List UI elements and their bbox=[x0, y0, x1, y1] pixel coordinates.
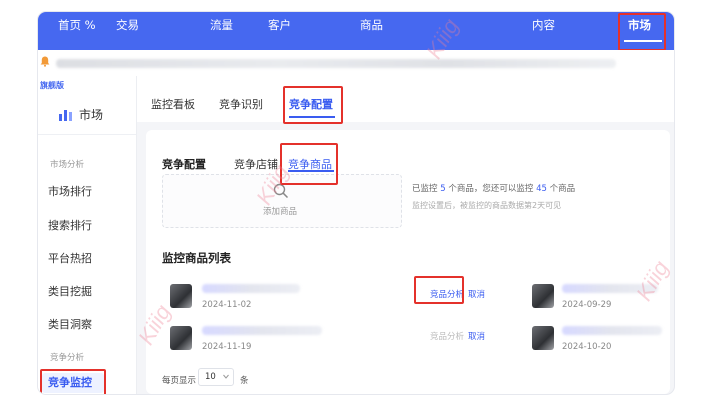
cancel-monitor-link[interactable]: 取消 bbox=[468, 288, 485, 300]
nav-item-trade[interactable]: 交易 bbox=[116, 12, 139, 50]
sidebar-item-platform-hot[interactable]: 平台热招 bbox=[48, 250, 92, 266]
monitor-middle: 个商品，您还可以监控 bbox=[448, 184, 534, 194]
product-thumbnail[interactable] bbox=[532, 284, 554, 308]
sidebar-brand-label: 市场 bbox=[79, 107, 104, 122]
tab-competition-config[interactable]: 竞争配置 bbox=[289, 96, 333, 112]
tab-active-indicator bbox=[289, 116, 335, 118]
notice-bar bbox=[38, 50, 674, 77]
top-navigation: 首页 % 交易 流量 客户 商品 内容 市场 bbox=[38, 12, 674, 50]
page-size-select[interactable]: 10 bbox=[198, 368, 234, 386]
main-tabs: 监控看板 竞争识别 竞争配置 bbox=[137, 76, 674, 122]
product-thumbnail[interactable] bbox=[170, 284, 192, 308]
sidebar-item-category-insight[interactable]: 类目洞察 bbox=[48, 316, 92, 332]
sidebar-item-search-ranking[interactable]: 搜索排行 bbox=[48, 217, 92, 233]
product-date: 2024-09-29 bbox=[562, 300, 612, 310]
sidebar-item-market-ranking[interactable]: 市场排行 bbox=[48, 183, 92, 199]
page-size-value: 10 bbox=[205, 372, 216, 382]
competitor-analysis-link[interactable]: 竞品分析 bbox=[430, 330, 464, 342]
monitor-prefix: 已监控 bbox=[412, 184, 438, 194]
nav-item-content[interactable]: 内容 bbox=[532, 12, 555, 50]
edition-tag: 旗舰版 bbox=[40, 81, 64, 90]
subtab-competition-shop[interactable]: 竞争店铺 bbox=[234, 156, 278, 172]
tab-competition-identify[interactable]: 竞争识别 bbox=[219, 96, 263, 112]
monitor-suffix: 个商品 bbox=[549, 184, 576, 194]
monitor-remaining: 45 bbox=[536, 184, 547, 194]
chevron-down-icon bbox=[223, 374, 229, 379]
monitor-count-info: 已监控 5 个商品，您还可以监控 45 个商品 bbox=[412, 182, 575, 194]
add-goods-box[interactable]: 添加商品 bbox=[162, 174, 402, 228]
notice-text-blurred bbox=[56, 59, 616, 68]
sidebar-brand[interactable]: 市场 bbox=[58, 106, 103, 122]
nav-active-indicator bbox=[624, 40, 662, 42]
list-title: 监控商品列表 bbox=[162, 251, 231, 265]
subtab-competition-config[interactable]: 竞争配置 bbox=[162, 156, 206, 172]
nav-item-home[interactable]: 首页 % bbox=[58, 12, 96, 50]
product-date: 2024-10-20 bbox=[562, 342, 612, 352]
product-name-blurred[interactable] bbox=[202, 326, 322, 335]
pager-prefix: 每页显示 bbox=[162, 376, 197, 386]
sidebar-divider bbox=[38, 134, 136, 135]
subtab-active-indicator bbox=[288, 170, 334, 172]
bell-icon bbox=[40, 56, 50, 67]
competitor-analysis-link[interactable]: 竞品分析 bbox=[430, 288, 464, 300]
product-thumbnail[interactable] bbox=[170, 326, 192, 350]
sidebar-item-category-mining[interactable]: 类目挖掘 bbox=[48, 283, 92, 299]
product-date: 2024-11-19 bbox=[202, 342, 252, 352]
bar-chart-icon bbox=[59, 109, 72, 121]
nav-item-market[interactable]: 市场 bbox=[628, 12, 651, 50]
tab-monitor-board[interactable]: 监控看板 bbox=[151, 96, 195, 112]
group-label-market-analysis: 市场分析 bbox=[50, 160, 85, 170]
product-name-blurred[interactable] bbox=[562, 284, 658, 293]
nav-item-traffic[interactable]: 流量 bbox=[210, 12, 233, 50]
product-name-blurred[interactable] bbox=[202, 284, 300, 293]
add-goods-label: 添加商品 bbox=[263, 207, 298, 217]
app-window: 首页 % 交易 流量 客户 商品 内容 市场 旗舰版 市场 市场分析 市场排行 … bbox=[38, 12, 674, 394]
product-thumbnail[interactable] bbox=[532, 326, 554, 350]
monitor-count: 5 bbox=[440, 184, 446, 194]
content-card: 竞争配置 竞争店铺 竞争商品 添加商品 已监控 5 个商品，您还可以监控 45 … bbox=[146, 130, 670, 394]
sidebar: 旗舰版 市场 市场分析 市场排行 搜索排行 平台热招 类目挖掘 类目洞察 竞争分… bbox=[38, 76, 137, 394]
sidebar-item-competition-monitor[interactable]: 竞争监控 bbox=[42, 373, 104, 393]
nav-item-goods[interactable]: 商品 bbox=[360, 12, 383, 50]
group-label-competition-analysis: 竞争分析 bbox=[50, 353, 85, 363]
search-icon bbox=[273, 183, 289, 199]
product-date: 2024-11-02 bbox=[202, 300, 252, 310]
product-name-blurred[interactable] bbox=[562, 326, 662, 335]
cancel-monitor-link[interactable]: 取消 bbox=[468, 330, 485, 342]
nav-item-customer[interactable]: 客户 bbox=[268, 12, 291, 50]
pager-suffix: 条 bbox=[240, 376, 249, 386]
monitor-note: 监控设置后，被监控的商品数据第2天可见 bbox=[412, 201, 562, 210]
